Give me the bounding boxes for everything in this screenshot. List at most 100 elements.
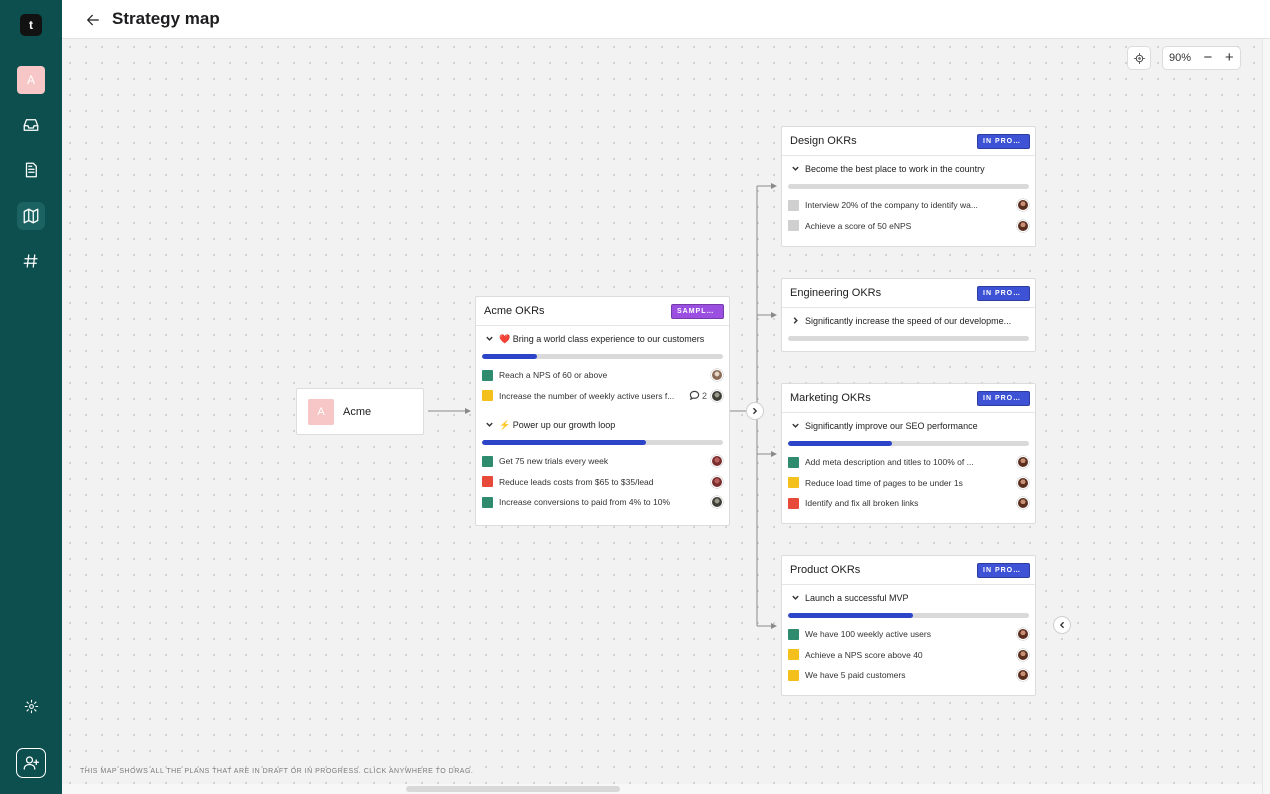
chevron-right-icon[interactable]: [788, 316, 802, 327]
key-result-text: Achieve a NPS score above 40: [805, 649, 923, 660]
key-result[interactable]: Interview 20% of the company to identify…: [788, 195, 1029, 216]
status-green-indicator[interactable]: [482, 496, 493, 508]
key-result[interactable]: Identify and fix all broken links: [788, 493, 1029, 514]
key-result-text: We have 100 weekly active users: [805, 629, 931, 640]
status-badge: IN PROG...: [977, 133, 1030, 149]
key-result[interactable]: Achieve a NPS score above 40: [788, 645, 1029, 666]
objective: Significantly increase the speed of our …: [782, 308, 1035, 341]
objective: ⚡ Power up our growth loop Get 75 new tr…: [476, 412, 729, 513]
objective-title[interactable]: Significantly increase the speed of our …: [805, 316, 1011, 326]
chevron-left-icon[interactable]: [1053, 616, 1071, 634]
status-green-indicator[interactable]: [788, 456, 799, 468]
chevron-down-icon[interactable]: [482, 420, 496, 431]
progress-bar: [788, 184, 1029, 189]
card-title: Acme OKRs: [484, 305, 545, 317]
status-yellow-indicator[interactable]: [788, 477, 799, 489]
comment-count[interactable]: 2: [689, 390, 707, 401]
chevron-down-icon[interactable]: [788, 421, 802, 432]
key-result[interactable]: Add meta description and titles to 100% …: [788, 452, 1029, 473]
zoom-out-button[interactable]: −: [1197, 47, 1218, 69]
progress-bar: [482, 354, 723, 359]
key-result[interactable]: Get 75 new trials every week: [482, 451, 723, 472]
root-node-acme[interactable]: A Acme: [296, 388, 424, 435]
key-result-text: Identify and fix all broken links: [805, 498, 919, 509]
avatar: [1017, 199, 1029, 212]
key-result[interactable]: Reduce load time of pages to be under 1s: [788, 473, 1029, 494]
progress-bar: [788, 336, 1029, 341]
status-yellow-indicator[interactable]: [788, 669, 799, 681]
chevron-down-icon[interactable]: [788, 164, 802, 175]
key-result-text: Achieve a score of 50 eNPS: [805, 220, 912, 231]
avatar: [1017, 669, 1029, 682]
status-badge: IN PROG...: [977, 562, 1030, 578]
avatar: [711, 369, 723, 382]
plan-card-design[interactable]: Design OKRs IN PROG... Become the best p…: [781, 126, 1036, 247]
card-title: Engineering OKRs: [790, 287, 882, 299]
key-result-text: Add meta description and titles to 100% …: [805, 457, 974, 468]
key-result-text: Interview 20% of the company to identify…: [805, 200, 978, 211]
key-result[interactable]: Reach a NPS of 60 or above: [482, 365, 723, 386]
status-badge: IN PROG...: [977, 390, 1030, 406]
zoom-control: 90% − +: [1162, 46, 1241, 70]
progress-fill: [788, 613, 914, 618]
card-header: Marketing OKRs IN PROG...: [782, 384, 1035, 413]
status-gray-indicator[interactable]: [788, 220, 799, 232]
map-hint: This map shows all the plans that are in…: [80, 768, 474, 775]
key-result-text: Reduce load time of pages to be under 1s: [805, 477, 963, 488]
objective: Significantly improve our SEO performanc…: [782, 413, 1035, 514]
crosshair-icon[interactable]: [1127, 46, 1151, 70]
avatar: [711, 496, 723, 509]
card-title: Design OKRs: [790, 135, 857, 147]
status-badge: IN PROG...: [977, 285, 1030, 301]
chevron-down-icon[interactable]: [482, 334, 496, 345]
key-result[interactable]: Reduce leads costs from $65 to $35/lead: [482, 472, 723, 493]
progress-bar: [788, 441, 1029, 446]
objective-title[interactable]: Significantly improve our SEO performanc…: [805, 421, 978, 431]
avatar: [1017, 648, 1029, 661]
zoom-level: 90%: [1169, 52, 1192, 64]
chevron-down-icon[interactable]: [788, 593, 802, 604]
avatar: [1017, 219, 1029, 232]
status-badge: SAMPLE ...: [671, 303, 724, 319]
objective-title[interactable]: ⚡ Power up our growth loop: [499, 420, 615, 431]
status-yellow-indicator[interactable]: [482, 390, 493, 402]
key-result[interactable]: Increase the number of weekly active use…: [482, 386, 723, 407]
status-red-indicator[interactable]: [482, 476, 493, 488]
objective: Launch a successful MVP We have 100 week…: [782, 585, 1035, 686]
status-red-indicator[interactable]: [788, 497, 799, 509]
plan-card-acme[interactable]: Acme OKRs SAMPLE ... ❤️ Bring a world cl…: [475, 296, 730, 526]
status-green-indicator[interactable]: [482, 455, 493, 467]
avatar: [711, 455, 723, 468]
workspace-avatar: A: [308, 398, 334, 425]
progress-bar: [788, 613, 1029, 618]
avatar: [711, 475, 723, 488]
chevron-right-icon[interactable]: [746, 402, 764, 420]
plan-card-engineering[interactable]: Engineering OKRs IN PROG... Significantl…: [781, 278, 1036, 352]
progress-fill: [482, 354, 538, 359]
card-title: Marketing OKRs: [790, 392, 871, 404]
card-title: Product OKRs: [790, 564, 861, 576]
key-result-text: Get 75 new trials every week: [499, 456, 609, 467]
status-gray-indicator[interactable]: [788, 199, 799, 211]
objective-title[interactable]: Launch a successful MVP: [805, 593, 909, 603]
key-result-text: Reduce leads costs from $65 to $35/lead: [499, 476, 654, 487]
status-green-indicator[interactable]: [482, 369, 493, 381]
key-result[interactable]: We have 5 paid customers: [788, 665, 1029, 686]
zoom-in-button[interactable]: +: [1219, 47, 1240, 69]
key-result[interactable]: We have 100 weekly active users: [788, 624, 1029, 645]
root-node-label: Acme: [343, 405, 372, 418]
status-green-indicator[interactable]: [788, 628, 799, 640]
card-header: Acme OKRs SAMPLE ...: [476, 297, 729, 326]
objective-title[interactable]: Become the best place to work in the cou…: [805, 164, 985, 174]
objective-title[interactable]: ❤️ Bring a world class experience to our…: [499, 334, 704, 345]
plan-card-product[interactable]: Product OKRs IN PROG... Launch a success…: [781, 555, 1036, 696]
key-result-text: Increase the number of weekly active use…: [499, 390, 675, 401]
key-result[interactable]: Increase conversions to paid from 4% to …: [482, 492, 723, 513]
avatar: [1017, 456, 1029, 469]
key-result-text: Reach a NPS of 60 or above: [499, 370, 608, 381]
plan-card-marketing[interactable]: Marketing OKRs IN PROG... Significantly …: [781, 383, 1036, 524]
card-header: Product OKRs IN PROG...: [782, 556, 1035, 585]
key-result[interactable]: Achieve a score of 50 eNPS: [788, 216, 1029, 237]
status-yellow-indicator[interactable]: [788, 649, 799, 661]
card-header: Design OKRs IN PROG...: [782, 127, 1035, 156]
